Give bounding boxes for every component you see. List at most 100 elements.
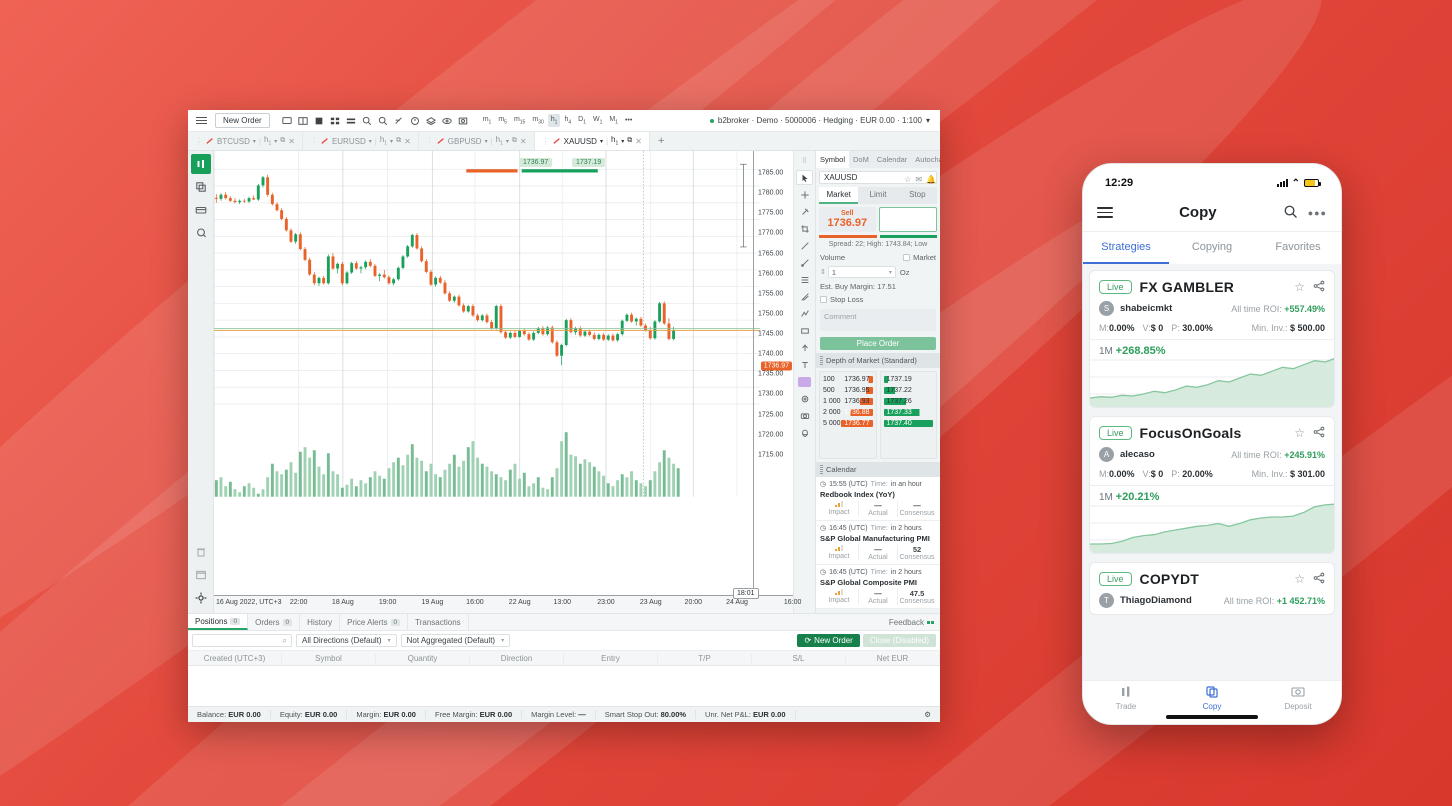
chart-tab-timeframe[interactable]: h1 xyxy=(380,135,387,147)
sidebar-item-archive[interactable] xyxy=(191,565,211,585)
new-order-button[interactable]: New Order xyxy=(215,113,270,128)
zoom-in-icon[interactable] xyxy=(360,114,374,128)
dom-bid-column[interactable]: 100 1736.97 500 1736.95 1 000 1736.93 2 000 173… xyxy=(819,371,877,459)
chart-canvas[interactable] xyxy=(214,151,793,536)
screenshot-icon[interactable] xyxy=(456,114,470,128)
strategy-card[interactable]: Live COPYDT ☆ T ThiagoDiamond All time ROI: +… xyxy=(1089,562,1335,615)
comment-field[interactable]: Comment xyxy=(820,309,936,331)
right-tab-dom[interactable]: DoM xyxy=(849,151,873,168)
chevron-down-icon[interactable]: ▾ xyxy=(621,138,624,145)
order-tab-limit[interactable]: Limit xyxy=(858,187,898,204)
chevron-down-icon[interactable]: ▾ xyxy=(253,138,256,145)
direction-filter[interactable]: All Directions (Default) ▾ xyxy=(296,634,397,647)
mail-icon[interactable]: ✉ xyxy=(915,175,922,184)
chevron-down-icon[interactable]: ▾ xyxy=(501,637,504,644)
bottom-tab-transactions[interactable]: Transactions xyxy=(408,614,469,630)
status-settings-icon[interactable]: ⚙ xyxy=(915,710,940,719)
search-input[interactable]: ⌕ xyxy=(192,634,292,647)
dom-ask-column[interactable]: 1737.19 1737.22 1737.26 1737.33 1737.40 xyxy=(879,371,937,459)
pitchfork-icon[interactable] xyxy=(796,289,813,304)
add-chart-tab-button[interactable]: + xyxy=(650,132,672,150)
layers-icon[interactable] xyxy=(424,114,438,128)
dom-ask-row[interactable]: 1737.19 xyxy=(883,374,935,385)
strategy-list[interactable]: Live FX GAMBLER ☆ Sshabeicmkt All time ROI: … xyxy=(1083,264,1341,680)
chart-tab-gbpusd[interactable]: ⋮ GBPUSD ▾ | h1 ▾ ⧉ ✕ xyxy=(418,132,535,150)
rectangle-icon[interactable] xyxy=(796,323,813,338)
dom-ask-row[interactable]: 1737.26 xyxy=(883,396,935,407)
chevron-down-icon[interactable]: ▾ xyxy=(600,138,603,145)
drag-handle-icon[interactable]: ⋮ xyxy=(310,137,318,146)
magnet-icon[interactable] xyxy=(796,204,813,219)
dom-bid-row[interactable]: 500 1736.95 xyxy=(822,385,874,396)
phone-nav-trade[interactable]: Trade xyxy=(1083,685,1169,711)
sidebar-item-trash[interactable] xyxy=(191,542,211,562)
duplicate-icon[interactable]: ⧉ xyxy=(627,137,632,145)
drag-handle-icon[interactable]: ⋮ xyxy=(195,137,203,146)
sidebar-item-search-chart[interactable] xyxy=(191,223,211,243)
more-icon[interactable]: ●●● xyxy=(1308,208,1327,218)
phone-tab-strategies[interactable]: Strategies xyxy=(1083,232,1169,264)
price-chart[interactable]: 1736.97 1737.19 1785.00 1780.00 1775.00 177… xyxy=(214,151,868,613)
color-swatch[interactable] xyxy=(796,374,813,389)
column-header[interactable]: S/L xyxy=(752,653,846,663)
duplicate-icon[interactable]: ⧉ xyxy=(396,137,401,145)
drag-handle-icon[interactable] xyxy=(820,465,823,474)
chart-window-icon[interactable] xyxy=(280,114,294,128)
phone-tab-favorites[interactable]: Favorites xyxy=(1255,232,1341,264)
sell-button[interactable]: Sell 1736.97 xyxy=(819,207,876,232)
timeframe-m1[interactable]: m1 xyxy=(480,114,495,127)
chevron-down-icon[interactable]: ▾ xyxy=(889,269,892,276)
bottom-tab-orders[interactable]: Orders 0 xyxy=(248,614,301,630)
time-axis[interactable]: 16 Aug 2022, UTC+3 22:00 18 Aug 19:00 19 Aug… xyxy=(214,595,801,613)
candles-icon[interactable] xyxy=(312,114,326,128)
crosshair-icon[interactable] xyxy=(796,187,813,202)
cursor-icon[interactable] xyxy=(796,170,813,185)
rows-icon[interactable] xyxy=(344,114,358,128)
feedback-button[interactable]: Feedback xyxy=(889,618,940,627)
column-header[interactable]: Entry xyxy=(564,653,658,663)
bell-icon[interactable]: 🔔 xyxy=(926,175,936,184)
eraser-icon[interactable] xyxy=(796,391,813,406)
chart-tab-timeframe[interactable]: h1 xyxy=(264,135,271,147)
price-axis[interactable]: 1785.00 1780.00 1775.00 1770.00 1765.00 1760.… xyxy=(753,151,793,613)
column-header[interactable]: Net EUR xyxy=(846,653,940,663)
pattern-icon[interactable] xyxy=(796,306,813,321)
strategy-card[interactable]: Live FocusOnGoals ☆ Aalecaso All time ROI: +… xyxy=(1089,416,1335,554)
star-icon[interactable]: ☆ xyxy=(1294,280,1305,294)
timeframe-m15[interactable]: m15 xyxy=(511,114,528,127)
timeframe-h1[interactable]: h1 xyxy=(547,113,561,128)
sidebar-item-candles[interactable] xyxy=(190,154,211,174)
timeframe-•••[interactable]: ••• xyxy=(622,115,635,126)
timeframe-h4[interactable]: h4 xyxy=(561,114,574,127)
bottom-tab-positions[interactable]: Positions 0 xyxy=(188,614,249,630)
phone-tab-copying[interactable]: Copying xyxy=(1169,232,1255,264)
crop-icon[interactable] xyxy=(796,221,813,236)
camera-icon[interactable] xyxy=(796,408,813,423)
dom-bid-row[interactable]: 2 000 1736.88 xyxy=(822,407,874,418)
sidebar-item-wallet[interactable] xyxy=(191,200,211,220)
close-icon[interactable]: ✕ xyxy=(404,137,411,146)
share-icon[interactable] xyxy=(1313,572,1325,587)
dom-bid-row[interactable]: 100 1736.97 xyxy=(822,374,874,385)
calendar-header[interactable]: Calendar xyxy=(816,462,940,477)
chevron-down-icon[interactable]: ▾ xyxy=(506,138,509,145)
star-icon[interactable]: ☆ xyxy=(1294,572,1305,586)
right-tab-symbol[interactable]: Symbol xyxy=(816,151,850,168)
timeframe-m5[interactable]: m5 xyxy=(495,114,510,127)
bell-icon[interactable] xyxy=(796,425,813,440)
new-order-button[interactable]: ⟳ New Order xyxy=(797,634,860,647)
drag-handle-icon[interactable]: ⋮ xyxy=(426,137,434,146)
dom-bid-row[interactable]: 1 000 1736.93 xyxy=(822,396,874,407)
order-tab-market[interactable]: Market xyxy=(819,187,859,204)
buy-button[interactable] xyxy=(878,207,937,232)
arrow-up-icon[interactable] xyxy=(796,340,813,355)
split-layout-icon[interactable] xyxy=(296,114,310,128)
column-header[interactable]: Quantity xyxy=(376,653,470,663)
chart-tab-timeframe[interactable]: h1 xyxy=(496,135,503,147)
sidebar-item-copy[interactable] xyxy=(191,177,211,197)
calendar-list[interactable]: ◷ 15:55 (UTC) Time: in an hour Redbook Index… xyxy=(816,477,940,609)
phone-nav-copy[interactable]: Copy xyxy=(1169,685,1255,711)
chevron-down-icon[interactable]: ▾ xyxy=(390,138,393,145)
bottom-tab-history[interactable]: History xyxy=(300,614,341,630)
ray-icon[interactable] xyxy=(796,255,813,270)
